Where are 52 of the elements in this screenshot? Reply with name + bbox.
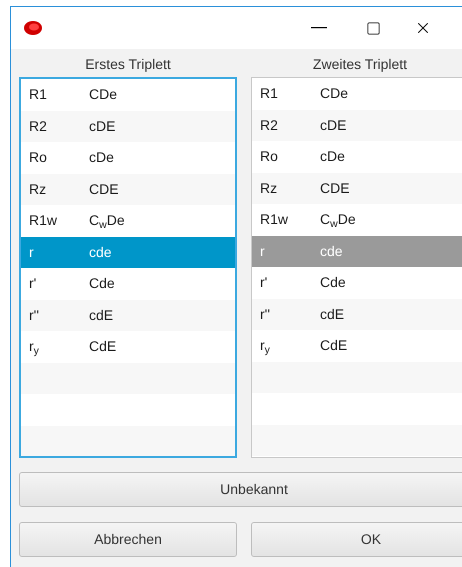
cancel-button[interactable]: Abbrechen (19, 522, 237, 557)
row-code: r$_{y}$ (260, 336, 271, 356)
unknown-button[interactable]: Unbekannt (19, 472, 462, 507)
list-header: Erstes Triplett (85, 55, 171, 74)
row-triplet: CDe (320, 84, 348, 104)
row-code: R1w (29, 211, 58, 230)
row-triplet: cDE (320, 116, 346, 135)
row-triplet: cdE (320, 304, 344, 324)
minimize-icon (311, 27, 327, 29)
row-triplet: cDe (89, 148, 114, 168)
triplet-list[interactable]: R1 CDe R2 cDE Ro cDe Rz CDE R1w C$_{w}$De r cde r' Cde r'' cdE r$_{y}$ CdE (19, 77, 237, 458)
triplet-list[interactable]: R1 CDe R2 cDE Ro cDe Rz CDE R1w C$_{w}$De r cde r' Cde r'' cdE r$_{y}$ CdE (251, 77, 462, 458)
row-triplet: cde (89, 242, 112, 262)
row-code: r' (260, 273, 268, 292)
row-code: Ro (29, 148, 48, 168)
ok-button[interactable]: OK (251, 522, 462, 557)
row-triplet: cDe (320, 147, 345, 166)
blood-cell-icon (23, 20, 43, 36)
list-row[interactable]: R2 cDE (252, 110, 462, 141)
row-code: R2 (29, 116, 48, 136)
row-code: Rz (260, 178, 278, 198)
row-code: Rz (29, 180, 48, 199)
row-triplet: C$_{w}$De (89, 211, 125, 232)
row-code: R1w (260, 210, 290, 230)
row-triplet: CdE (320, 336, 348, 356)
list-row[interactable]: Rz CDE (21, 174, 235, 205)
row-code: r'' (29, 306, 40, 325)
maximize-icon (366, 20, 380, 36)
row-code: r'' (260, 304, 272, 324)
list-row[interactable]: r'' cdE (21, 300, 235, 331)
row-code: R1 (260, 84, 279, 104)
row-triplet: cde (320, 242, 343, 261)
row-triplet: CDe (89, 85, 118, 104)
row-code: Ro (260, 147, 279, 166)
row-triplet: CdE (89, 337, 116, 356)
row-code: r$_{y}$ (29, 337, 40, 358)
row-code: r (29, 242, 35, 262)
row-code: r (260, 242, 266, 261)
row-triplet: cDE (89, 116, 116, 136)
row-triplet: CDE (89, 180, 119, 199)
row-triplet: cdE (89, 306, 114, 325)
row-triplet: Cde (89, 274, 115, 294)
row-triplet: Cde (320, 273, 346, 292)
row-triplet: CDE (320, 178, 350, 198)
list-row[interactable]: R2 cDE (21, 110, 235, 142)
row-triplet: C$_{w}$De (320, 210, 356, 230)
list-header: Zweites Triplett (312, 55, 408, 74)
row-code: r' (29, 274, 38, 294)
list-row[interactable]: Rz CDE (252, 172, 462, 204)
row-code: R1 (29, 85, 48, 104)
row-code: R2 (260, 116, 279, 135)
list-row[interactable]: r'' cdE (252, 298, 462, 330)
